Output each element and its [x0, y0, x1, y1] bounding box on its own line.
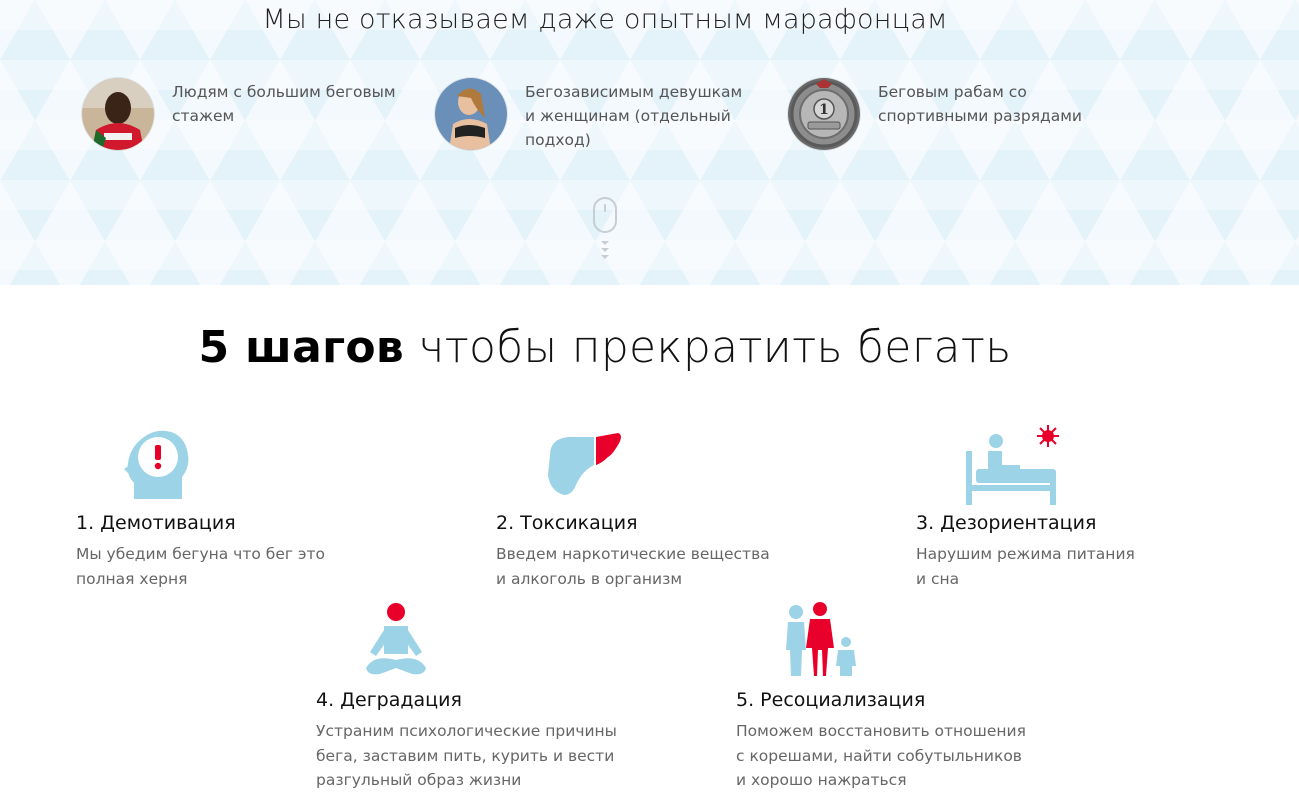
step-desc: Введем наркотические вещества и алкоголь…: [496, 545, 770, 588]
svg-text:1: 1: [819, 102, 829, 118]
bed-sun-icon: [964, 425, 1059, 505]
step-desc: Устраним психологические причины бега, з…: [316, 722, 617, 789]
audience-title: Мы не отказываем даже опытным марафонцам: [262, 4, 948, 35]
head-exclamation-icon: [120, 425, 200, 505]
audience-section: Мы не отказываем даже опытным марафонцам…: [0, 0, 1299, 285]
runner-man-avatar: [82, 78, 154, 150]
step-desc: Нарушим режима питания и сна: [916, 545, 1135, 588]
first-rank-medal-icon: 1: [788, 78, 860, 150]
audience-item-women: Бегозависимым девушкам и женщинам (отдел…: [435, 78, 755, 152]
audience-item-ranked: 1 Беговым рабам со спортивными разрядами: [788, 78, 1108, 150]
steps-title-bold: 5 шагов: [198, 322, 405, 373]
meditation-icon: [364, 602, 444, 682]
liver-icon: [542, 425, 622, 505]
audience-text: Беговым рабам со спортивными разрядами: [878, 83, 1083, 125]
audience-text: Людям с большим беговым стажем: [172, 83, 396, 125]
family-icon: [786, 602, 866, 682]
step-desc: Мы убедим бегуна что бег это полная херн…: [76, 545, 325, 588]
step-name: 5. Ресоциализация: [736, 689, 926, 711]
mouse-scroll-icon[interactable]: [592, 196, 618, 268]
step-name: 2. Токсикация: [496, 512, 638, 534]
step-name: 3. Дезориентация: [916, 512, 1097, 534]
audience-text: Бегозависимым девушкам и женщинам (отдел…: [525, 83, 743, 149]
steps-title-rest: чтобы прекратить бегать: [404, 322, 1012, 373]
audience-item-experienced: Людям с большим беговым стажем: [82, 78, 402, 150]
step-name: 4. Деградация: [316, 689, 462, 711]
step-desc: Поможем восстановить отношения с корешам…: [736, 722, 1026, 789]
step-name: 1. Демотивация: [76, 512, 236, 534]
steps-title: 5 шагов чтобы прекратить бегать: [0, 322, 1210, 373]
runner-woman-avatar: [435, 78, 507, 150]
